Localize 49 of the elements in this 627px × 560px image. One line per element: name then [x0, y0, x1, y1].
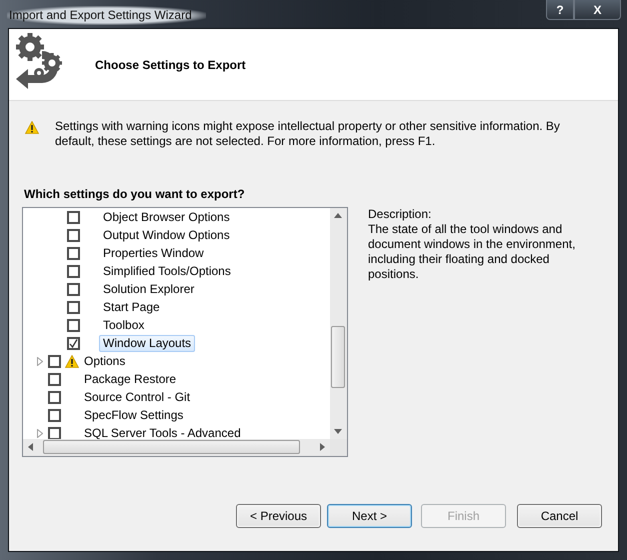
checkbox[interactable] — [48, 390, 61, 404]
checkbox[interactable] — [67, 282, 80, 296]
tree-item[interactable]: Output Window Options — [99, 226, 234, 244]
wizard-button[interactable]: Next > — [327, 504, 412, 528]
scroll-down-icon[interactable] — [334, 429, 342, 434]
tree-item[interactable]: Package Restore — [80, 370, 180, 388]
tree-item[interactable]: SQL Server Tools - Advanced — [80, 424, 245, 439]
checkbox[interactable] — [67, 246, 80, 260]
warning-text: Settings with warning icons might expose intellectual property or other sensitive information. By default, these settings are not selected. For more information, press F1. — [55, 119, 561, 149]
tree-item[interactable]: Solution Explorer — [99, 280, 198, 298]
tree-item[interactable]: Object Browser Options — [99, 208, 234, 226]
page-heading: Choose Settings to Export — [95, 58, 246, 72]
tree-item[interactable]: Start Page — [99, 298, 164, 316]
checkbox[interactable] — [67, 228, 80, 242]
horizontal-scrollbar[interactable] — [23, 439, 330, 456]
checkbox[interactable] — [48, 426, 61, 439]
question-label: Which settings do you want to export? — [24, 187, 246, 201]
help-button[interactable]: ? — [546, 0, 574, 20]
scroll-thumb[interactable] — [331, 326, 345, 388]
checkbox[interactable] — [48, 354, 61, 368]
checkbox[interactable] — [48, 408, 61, 422]
checkbox[interactable] — [67, 264, 80, 278]
checkbox[interactable] — [67, 336, 80, 350]
scroll-thumb[interactable] — [43, 440, 300, 454]
tree-item[interactable]: Source Control - Git — [80, 388, 194, 406]
scroll-up-icon[interactable] — [334, 213, 342, 218]
expander-icon[interactable] — [37, 356, 43, 366]
checkbox[interactable] — [67, 300, 80, 314]
wizard-button[interactable]: < Previous — [236, 504, 321, 528]
close-button[interactable]: X — [574, 0, 621, 20]
scroll-left-icon[interactable] — [28, 443, 33, 451]
description-label: Description: — [368, 207, 432, 222]
tree-item[interactable]: Window Layouts — [99, 334, 196, 352]
scroll-right-icon[interactable] — [320, 443, 325, 451]
description-text: The state of all the tool windows and document windows in the environment, including their floating and docked positions. — [368, 222, 576, 282]
checkbox[interactable] — [67, 318, 80, 332]
scrollbar-corner — [330, 439, 347, 456]
tree-item[interactable]: Simplified Tools/Options — [99, 262, 235, 280]
checkbox[interactable] — [48, 372, 61, 386]
window-title: Import and Export Settings Wizard — [7, 6, 206, 25]
wizard-button[interactable]: Cancel — [517, 504, 602, 528]
vertical-scrollbar[interactable] — [330, 208, 347, 439]
tree-item[interactable]: Properties Window — [99, 244, 208, 262]
tree-item[interactable]: SpecFlow Settings — [80, 406, 188, 424]
tree-item[interactable]: Options — [80, 352, 130, 370]
warning-icon — [25, 121, 39, 134]
expander-icon[interactable] — [37, 428, 43, 438]
tree-item[interactable]: Toolbox — [99, 316, 148, 334]
checkbox[interactable] — [67, 210, 80, 224]
